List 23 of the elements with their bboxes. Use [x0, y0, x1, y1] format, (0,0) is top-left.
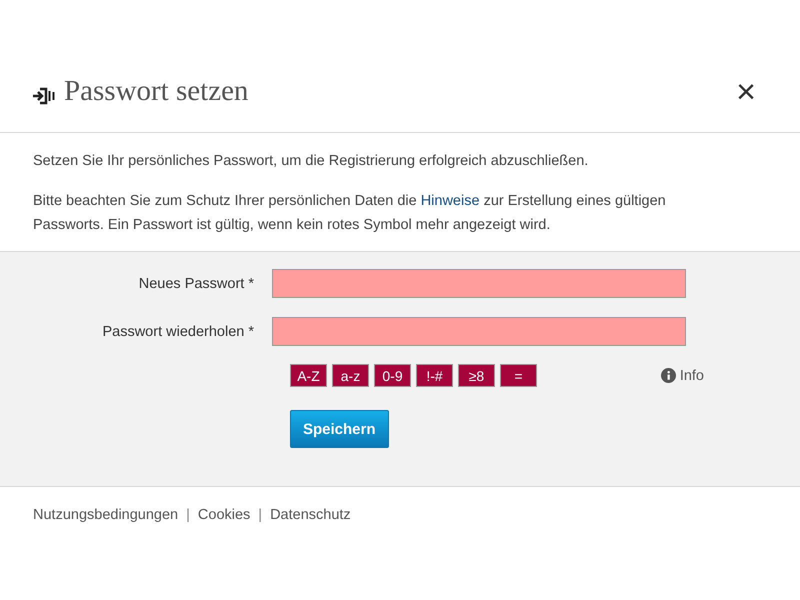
rule-indicator: a-z	[332, 364, 369, 387]
separator: |	[258, 507, 262, 523]
rule-indicator: 0-9	[374, 364, 411, 387]
rule-indicator: A-Z	[290, 364, 327, 387]
password-field[interactable]	[272, 317, 686, 346]
footer-link[interactable]: Nutzungsbedingungen	[33, 507, 178, 523]
close-button[interactable]: ×	[724, 75, 768, 117]
hint-link[interactable]: Hinweise	[420, 193, 480, 209]
separator: |	[186, 507, 190, 523]
password-field[interactable]	[272, 269, 686, 298]
footer-link[interactable]: Cookies	[198, 507, 250, 523]
footer-link[interactable]: Datenschutz	[270, 507, 351, 523]
note-text: Bitte beachten Sie zum Schutz Ihrer persönlichen Daten die Hinweise zur Erstellung eines gültigen Passworts. Ein Passwort ist gültig, wenn kein rotes Symbol mehr angezeigt wird.	[33, 192, 667, 235]
rule-indicator: =	[500, 364, 537, 387]
field-label: Neues Passwort *	[138, 276, 255, 292]
field-label: Passwort wiederholen *	[101, 324, 255, 340]
rule-indicator: ≥8	[458, 364, 495, 387]
intro-text: Setzen Sie Ihr persönliches Passwort, um die Registrierung erfolgreich abzuschließen.	[33, 152, 590, 171]
rule-indicator: !-#	[416, 364, 453, 387]
sign-in-icon	[32, 87, 56, 105]
dialog-title: Passwort setzen	[64, 74, 250, 108]
info-link[interactable]: Info	[680, 368, 704, 384]
info-icon	[660, 368, 676, 383]
